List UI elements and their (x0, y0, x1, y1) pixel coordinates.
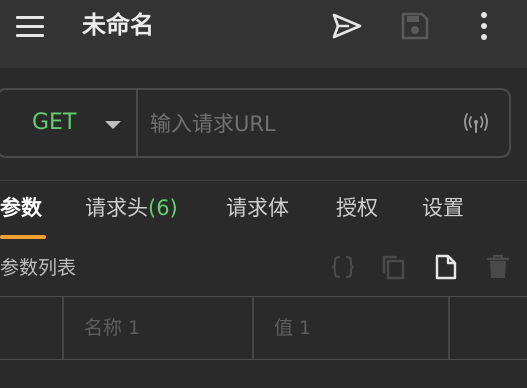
trash-icon[interactable] (485, 254, 511, 280)
divider (0, 180, 527, 181)
active-tab-indicator (0, 235, 46, 239)
more-vertical-icon[interactable] (468, 10, 500, 42)
tab-headers[interactable]: 请求头(6) (85, 192, 178, 224)
table-row (0, 296, 527, 360)
column-divider (252, 297, 254, 359)
param-name-input[interactable] (82, 311, 246, 345)
param-value-input[interactable] (272, 311, 441, 345)
tab-body[interactable]: 请求体 (226, 192, 289, 224)
tab-auth[interactable]: 授权 (336, 192, 378, 224)
column-divider (448, 297, 450, 359)
divider (136, 90, 138, 156)
request-url-bar: GET (0, 88, 511, 158)
menu-icon[interactable] (14, 14, 48, 38)
column-divider (62, 297, 64, 359)
url-input[interactable] (148, 106, 442, 142)
tab-headers-label: 请求头 (85, 196, 148, 220)
save-icon[interactable] (399, 10, 431, 42)
page-title: 未命名 (82, 11, 154, 39)
tab-headers-count: (6) (148, 196, 178, 220)
file-icon[interactable] (433, 254, 459, 280)
top-app-bar: 未命名 (0, 0, 527, 68)
method-label: GET (32, 110, 77, 135)
method-dropdown[interactable]: GET (0, 90, 136, 156)
json-braces-icon[interactable] (330, 254, 356, 280)
caret-down-icon (105, 121, 121, 129)
copy-icon[interactable] (381, 254, 407, 280)
send-icon[interactable] (331, 10, 363, 42)
broadcast-icon[interactable] (463, 112, 489, 134)
tab-params[interactable]: 参数 (0, 192, 42, 224)
tab-settings[interactable]: 设置 (422, 192, 464, 224)
section-label: 参数列表 (0, 257, 77, 279)
